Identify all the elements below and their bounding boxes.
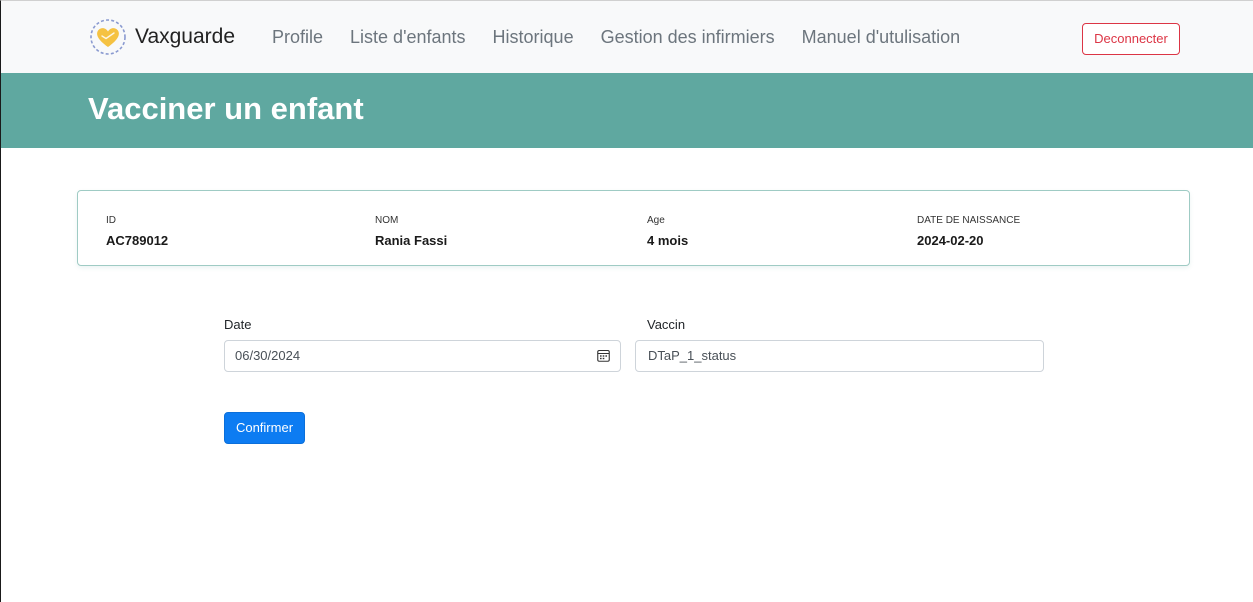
nav-links: Profile Liste d'enfants Historique Gesti… (272, 17, 987, 57)
vaccine-input[interactable]: DTaP_1_status (635, 340, 1044, 372)
date-label: Date (224, 317, 252, 332)
date-input-value: 06/30/2024 (235, 348, 301, 363)
vaccine-input-value: DTaP_1_status (648, 348, 737, 363)
app-window: Vaxguarde Profile Liste d'enfants Histor… (0, 0, 1253, 602)
child-age-value: 4 mois (647, 233, 689, 248)
child-name-value: Rania Fassi (375, 233, 448, 248)
child-id-value: AC789012 (106, 233, 169, 248)
nav-link-user-manual[interactable]: Manuel d'utulisation (802, 17, 961, 57)
child-dob-value: 2024-02-20 (917, 233, 984, 248)
child-name-label: NOM (375, 215, 399, 226)
date-input[interactable]: 06/30/2024 (224, 340, 621, 372)
page-title: Vacciner un enfant (88, 91, 364, 126)
calendar-icon[interactable] (597, 349, 610, 362)
child-id-label: ID (106, 215, 116, 226)
child-info-card: ID AC789012 NOM Rania Fassi Age 4 mois D… (77, 190, 1190, 266)
child-age-field: Age 4 mois (647, 214, 688, 249)
confirm-button[interactable]: Confirmer (224, 412, 305, 444)
nav-link-history[interactable]: Historique (493, 17, 574, 57)
nav-link-profile[interactable]: Profile (272, 17, 323, 57)
child-name-field: NOM Rania Fassi (375, 214, 447, 249)
child-dob-field: DATE DE NAISSANCE 2024-02-20 (917, 214, 1020, 249)
nav-link-nurse-management[interactable]: Gestion des infirmiers (601, 17, 775, 57)
top-navbar: Vaxguarde Profile Liste d'enfants Histor… (1, 1, 1253, 73)
vaccine-label: Vaccin (647, 317, 686, 332)
heart-logo-icon (90, 19, 126, 55)
nav-link-children-list[interactable]: Liste d'enfants (350, 17, 466, 57)
brand-name: Vaxguarde (135, 25, 236, 48)
child-dob-label: DATE DE NAISSANCE (917, 215, 1021, 226)
logout-button[interactable]: Deconnecter (1082, 23, 1180, 55)
brand[interactable]: Vaxguarde (88, 17, 235, 57)
child-id-field: ID AC789012 (106, 214, 168, 249)
page-banner: Vacciner un enfant (1, 73, 1253, 148)
child-age-label: Age (647, 215, 665, 226)
